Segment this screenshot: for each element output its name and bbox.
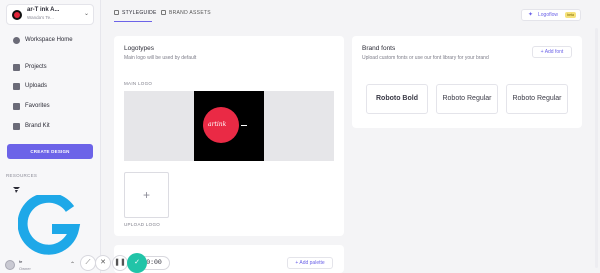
logoflow-button[interactable]: ✦ Logoflow beta: [521, 9, 581, 21]
logotypes-card: Logotypes Main logo will be used by defa…: [114, 36, 344, 236]
resource-icon[interactable]: [13, 187, 20, 193]
add-font-button[interactable]: + Add font: [532, 46, 572, 58]
chevron-down-icon: ⌄: [83, 11, 89, 17]
folder-icon: [13, 64, 20, 71]
sidebar-item-favorites[interactable]: Favorites: [0, 100, 101, 114]
sidebar-item-label: Workspace Home: [25, 37, 73, 43]
styleguide-icon: [114, 10, 119, 15]
create-design-button[interactable]: CREATE DESIGN: [7, 144, 93, 159]
upload-logo-button[interactable]: +: [124, 172, 169, 218]
avatar[interactable]: [5, 260, 15, 270]
brand-fonts-card: Brand fonts Upload custom fonts or use o…: [352, 36, 582, 128]
pause-icon[interactable]: ❚❚: [112, 255, 128, 271]
tab-label: STYLEGUIDE: [122, 10, 157, 16]
user-role: Owner: [19, 266, 31, 271]
workspace-name: ar-T ink A...: [27, 7, 60, 13]
tab-label: BRAND ASSETS: [169, 10, 211, 16]
sidebar-item-workspace-home[interactable]: Workspace Home: [0, 34, 101, 48]
logo-mark: artink: [208, 121, 227, 128]
screen-recorder-controls: ⟋ ✕ ❚❚ 0:00 ✓: [80, 253, 172, 273]
close-icon[interactable]: ✕: [95, 255, 111, 271]
font-tile[interactable]: Roboto Regular: [436, 84, 498, 114]
top-tabs: STYLEGUIDE BRAND ASSETS ✦ Logoflow beta: [101, 0, 600, 28]
brand-fonts-title: Brand fonts: [362, 45, 396, 52]
workspace-subtitle: Wanda's Te...: [27, 15, 54, 20]
logotypes-subtitle: Main logo will be used by default: [124, 55, 197, 61]
font-tile[interactable]: Roboto Bold: [366, 84, 428, 114]
upload-logo-label: UPLOAD LOGO: [124, 222, 161, 227]
logotypes-title: Logotypes: [124, 45, 154, 52]
app-window: ar-T ink A... Wanda's Te... ⌄ Workspace …: [0, 0, 600, 273]
logo-image: artink: [194, 91, 264, 161]
main-logo-preview[interactable]: artink: [124, 91, 334, 161]
tab-styleguide[interactable]: STYLEGUIDE: [114, 10, 157, 16]
sidebar-item-label: Brand Kit: [25, 123, 50, 129]
brand-kit-icon: [13, 123, 20, 130]
sidebar-item-label: Uploads: [25, 83, 48, 89]
sidebar-item-label: Favorites: [25, 103, 50, 109]
sidebar-item-brand-kit[interactable]: Brand Kit: [0, 120, 101, 134]
logoflow-label: Logoflow: [538, 12, 559, 18]
sidebar: ar-T ink A... Wanda's Te... ⌄ Workspace …: [0, 0, 101, 273]
sparkle-icon: ✦: [528, 12, 534, 18]
beta-badge: beta: [565, 12, 576, 18]
home-icon: [13, 37, 20, 44]
star-folder-icon: [13, 103, 20, 110]
sidebar-item-projects[interactable]: Projects: [0, 61, 101, 75]
record-indicator-button[interactable]: ⟋: [80, 255, 96, 271]
brand-assets-icon: [161, 10, 166, 15]
plus-icon: +: [142, 188, 150, 202]
logo-dash: [241, 125, 247, 126]
main-logo-label: MAIN LOGO: [124, 81, 153, 86]
chevron-up-icon[interactable]: ⌃: [70, 261, 75, 268]
scrollbar[interactable]: [595, 28, 598, 268]
sidebar-item-uploads[interactable]: Uploads: [0, 80, 101, 94]
resources-heading: RESOURCES: [6, 173, 38, 178]
add-palette-button[interactable]: + Add palette: [287, 257, 333, 269]
workspace-switcher[interactable]: ar-T ink A... Wanda's Te... ⌄: [6, 4, 94, 25]
user-name: fe: [19, 259, 23, 264]
workspace-logo: [12, 10, 22, 20]
font-tile[interactable]: Roboto Regular: [506, 84, 568, 114]
g-logo-icon: [18, 195, 81, 255]
upload-folder-icon: [13, 83, 20, 90]
brand-fonts-subtitle: Upload custom fonts or use our font libr…: [362, 55, 489, 61]
check-icon[interactable]: ✓: [127, 253, 147, 273]
sidebar-item-label: Projects: [25, 64, 47, 70]
tab-brand-assets[interactable]: BRAND ASSETS: [161, 10, 211, 16]
active-tab-indicator: [114, 21, 152, 22]
